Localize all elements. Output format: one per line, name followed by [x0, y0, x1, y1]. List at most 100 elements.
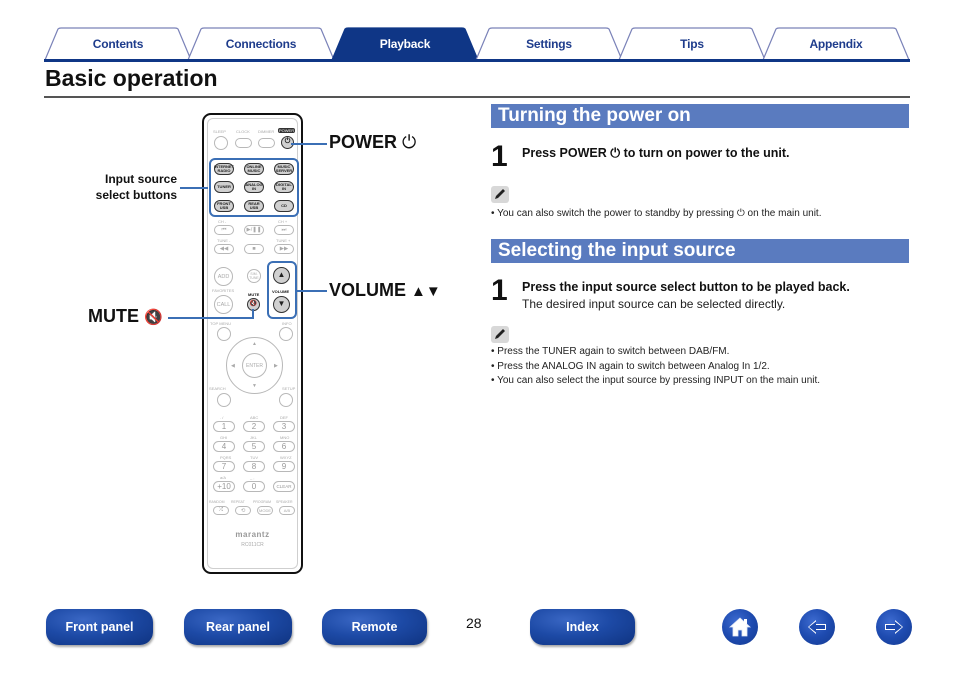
back-button[interactable]	[799, 609, 835, 645]
ch-minus-label: CH -	[218, 219, 227, 224]
ch-plus-label: CH +	[278, 219, 288, 224]
dimmer-label: DIMMER	[258, 129, 275, 134]
info-label: INFO	[282, 321, 292, 326]
keypad-sub-label: JKL	[250, 435, 257, 440]
mute-speaker-icon: 🔇	[144, 309, 163, 326]
info-button	[279, 327, 293, 341]
volume-up-down-icon: ▲▼	[411, 283, 441, 300]
tab-connections-label: Connections	[225, 37, 297, 51]
tab-playback-label: Playback	[379, 37, 431, 51]
section-title-power: Turning the power on	[498, 105, 691, 126]
input-source-callout-line2: select buttons	[95, 188, 177, 202]
down-arrow-icon: ▼	[252, 383, 257, 389]
keypad-button: +10	[213, 481, 235, 492]
input-source-leader-line	[180, 187, 208, 189]
internet-radio-button: INTERNET RADIO	[214, 163, 234, 175]
remote-control-illustration: SLEEP CLOCK DIMMER POWER ⏻ INTERNET RADI…	[202, 113, 303, 574]
tab-playback[interactable]: Playback	[331, 27, 479, 60]
volume-leader-line	[297, 290, 327, 292]
sim-tune-button: SIM. TUNE	[247, 269, 261, 283]
index-button[interactable]: Index	[530, 609, 635, 645]
random-label: RANDOM	[209, 500, 225, 504]
keypad-sub-label: WXYZ	[280, 455, 292, 460]
sleep-button	[214, 136, 228, 150]
power-leader-line	[291, 143, 327, 145]
step-instruction: Press POWER ⏻ to turn on power to the un…	[522, 146, 790, 160]
note-text: • Press the ANALOG IN again to switch be…	[491, 361, 770, 372]
volume-small-label: VOLUME	[272, 289, 290, 294]
tab-appendix[interactable]: Appendix	[762, 27, 910, 60]
digital-in-button: DIGITAL IN	[274, 181, 294, 193]
speaker-ab-button: A/B	[279, 506, 295, 515]
volume-up-button: ▲	[273, 267, 290, 284]
mute-callout: MUTE 🔇	[88, 306, 163, 327]
sleep-label: SLEEP	[213, 129, 226, 134]
volume-callout-label: VOLUME	[329, 280, 407, 300]
tune-plus-label: TUNE +	[276, 238, 291, 243]
note-pencil-icon	[491, 326, 509, 343]
tab-appendix-label: Appendix	[809, 37, 863, 51]
mute-small-label: MUTE	[248, 292, 260, 297]
rear-panel-button[interactable]: Rear panel	[184, 609, 292, 645]
power-icon: ⏻	[402, 132, 417, 152]
tab-connections[interactable]: Connections	[187, 27, 335, 60]
random-button: ⤮	[213, 506, 229, 515]
call-button: CALL	[214, 295, 233, 314]
tab-tips-label: Tips	[680, 37, 704, 51]
note-text: • Press the TUNER again to switch betwee…	[491, 346, 730, 357]
power-label: POWER	[278, 128, 296, 133]
search-label: SEARCH	[209, 386, 226, 391]
repeat-label: REPEAT	[231, 500, 245, 504]
note-text: • You can also select the input source b…	[491, 375, 821, 386]
tab-contents[interactable]: Contents	[44, 27, 192, 60]
section-header-input: Selecting the input source	[491, 239, 909, 263]
section-title-input: Selecting the input source	[498, 240, 736, 261]
keypad-sub-label: PQRS	[220, 455, 232, 460]
rewind-button: ◀◀	[214, 244, 234, 254]
keypad-button: 1	[213, 421, 235, 432]
volume-callout: VOLUME ▲▼	[329, 280, 441, 301]
step-number: 1	[491, 140, 508, 173]
input-source-callout-line1: Input source	[104, 172, 177, 186]
brand-logo: marantz	[235, 530, 270, 539]
rear-usb-button: REAR USB	[244, 200, 264, 212]
front-panel-button[interactable]: Front panel	[46, 609, 153, 645]
keypad-sub-label: GHI	[220, 435, 228, 440]
keypad-sub-label: TUV	[250, 455, 258, 460]
online-music-button: ONLINE MUSIC	[244, 163, 264, 175]
keypad-button: 2	[243, 421, 265, 432]
note-text: • You can also switch the power to stand…	[491, 208, 822, 219]
speaker-label: SPEAKER	[276, 500, 293, 504]
page-title: Basic operation	[45, 65, 218, 91]
power-callout-label: POWER	[329, 132, 398, 152]
top-menu-label: TOP MENU	[210, 321, 231, 326]
step-description: The desired input source can be selected…	[522, 297, 786, 311]
tab-settings-label: Settings	[526, 37, 572, 51]
section-header-power: Turning the power on	[491, 104, 909, 128]
tab-settings[interactable]: Settings	[475, 27, 623, 60]
favorites-label: FAVORITES	[212, 288, 235, 293]
program-label: PROGRAM	[253, 500, 272, 504]
add-button: ADD	[214, 267, 233, 286]
home-icon	[728, 617, 752, 637]
enter-button: ENTER	[242, 353, 267, 378]
back-arrow-icon	[808, 620, 826, 634]
model-number: RC011CR	[241, 542, 264, 548]
keypad-button: 5	[243, 441, 265, 452]
chapter-tabs: Contents Connections Playback Settings T…	[44, 27, 910, 61]
home-button[interactable]	[722, 609, 758, 645]
forward-button[interactable]	[876, 609, 912, 645]
note-pencil-icon	[491, 186, 509, 203]
remote-button[interactable]: Remote	[322, 609, 427, 645]
mute-leader-line-vertical	[252, 309, 254, 319]
keypad-sub-label: MNO	[280, 435, 290, 440]
page-number: 28	[466, 615, 482, 631]
music-server-button: MUSIC SERVER	[274, 163, 294, 175]
keypad-sub-label: _ ,	[250, 475, 255, 480]
tab-tips[interactable]: Tips	[618, 27, 766, 60]
left-arrow-icon: ◀	[231, 363, 235, 369]
title-divider	[44, 96, 910, 98]
cd-button: CD	[274, 200, 294, 212]
step-instruction: Press the input source select button to …	[522, 280, 850, 294]
right-arrow-icon: ▶	[274, 363, 278, 369]
